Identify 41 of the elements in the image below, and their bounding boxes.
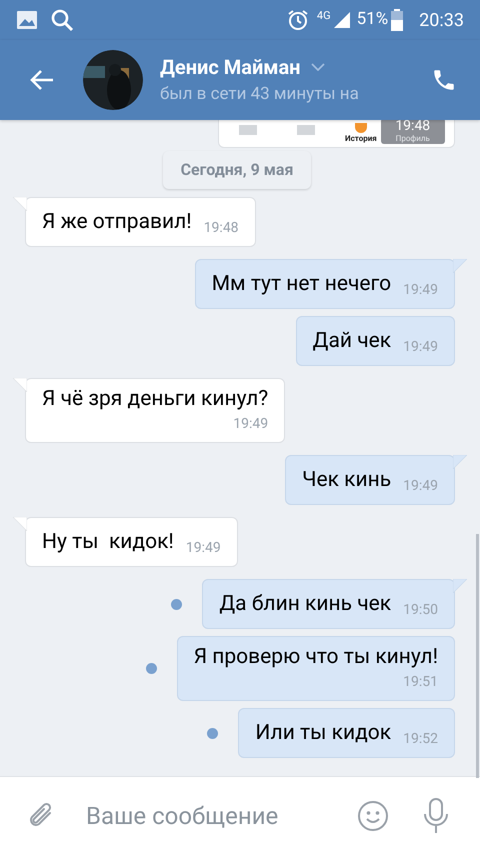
message-time: 19:49 [233, 415, 268, 434]
search-icon [50, 8, 74, 32]
preview-time: 19:48 [395, 119, 430, 134]
message-time: 19:49 [403, 477, 438, 496]
image-icon [16, 9, 38, 31]
message-time: 19:49 [403, 338, 438, 357]
alarm-icon [286, 9, 309, 31]
message-text: Ну ты кидок! [42, 529, 174, 555]
microphone-icon[interactable] [422, 798, 450, 834]
message-time: 19:50 [403, 601, 438, 620]
preview-label: Профиль [396, 134, 430, 144]
message-time: 19:52 [403, 730, 438, 749]
battery-percent: 51% [356, 8, 388, 32]
placeholder-icon [297, 125, 315, 135]
message-text: Да блин кинь чек [219, 591, 392, 617]
smiley-icon[interactable] [357, 800, 389, 832]
network-label: 4G [316, 8, 331, 24]
message-time: 19:49 [403, 281, 438, 300]
message-composer[interactable]: Ваше сообщение [0, 776, 480, 854]
message-text: Чек кинь [302, 467, 392, 493]
clock: 20:33 [419, 8, 464, 32]
contact-name[interactable]: Денис Майман [160, 52, 300, 82]
message-text: Дай чек [312, 328, 392, 354]
placeholder-icon [239, 125, 257, 135]
back-arrow-icon [29, 69, 55, 91]
message-text: Я чё зря деньги кинул? [42, 386, 268, 412]
message-time: 19:49 [186, 539, 221, 558]
scrollbar[interactable] [476, 534, 479, 778]
message-text: Или ты кидок [255, 720, 392, 746]
message-text: Я проверю что ты кинул! [194, 644, 438, 670]
attachment-preview[interactable]: История 19:48 Профиль [218, 120, 455, 148]
message-time: 19:51 [403, 673, 438, 692]
last-seen-status: был в сети 43 минуты на [160, 83, 360, 106]
preview-label: История [345, 133, 377, 145]
chevron-down-icon [310, 63, 324, 72]
message-text: Я же отправил! [42, 209, 192, 235]
signal-icon [332, 11, 351, 29]
message-text: Мм тут нет нечего [212, 271, 392, 297]
message-input[interactable]: Ваше сообщение [86, 798, 347, 834]
message-time: 19:48 [204, 219, 239, 238]
battery-icon [391, 9, 404, 31]
